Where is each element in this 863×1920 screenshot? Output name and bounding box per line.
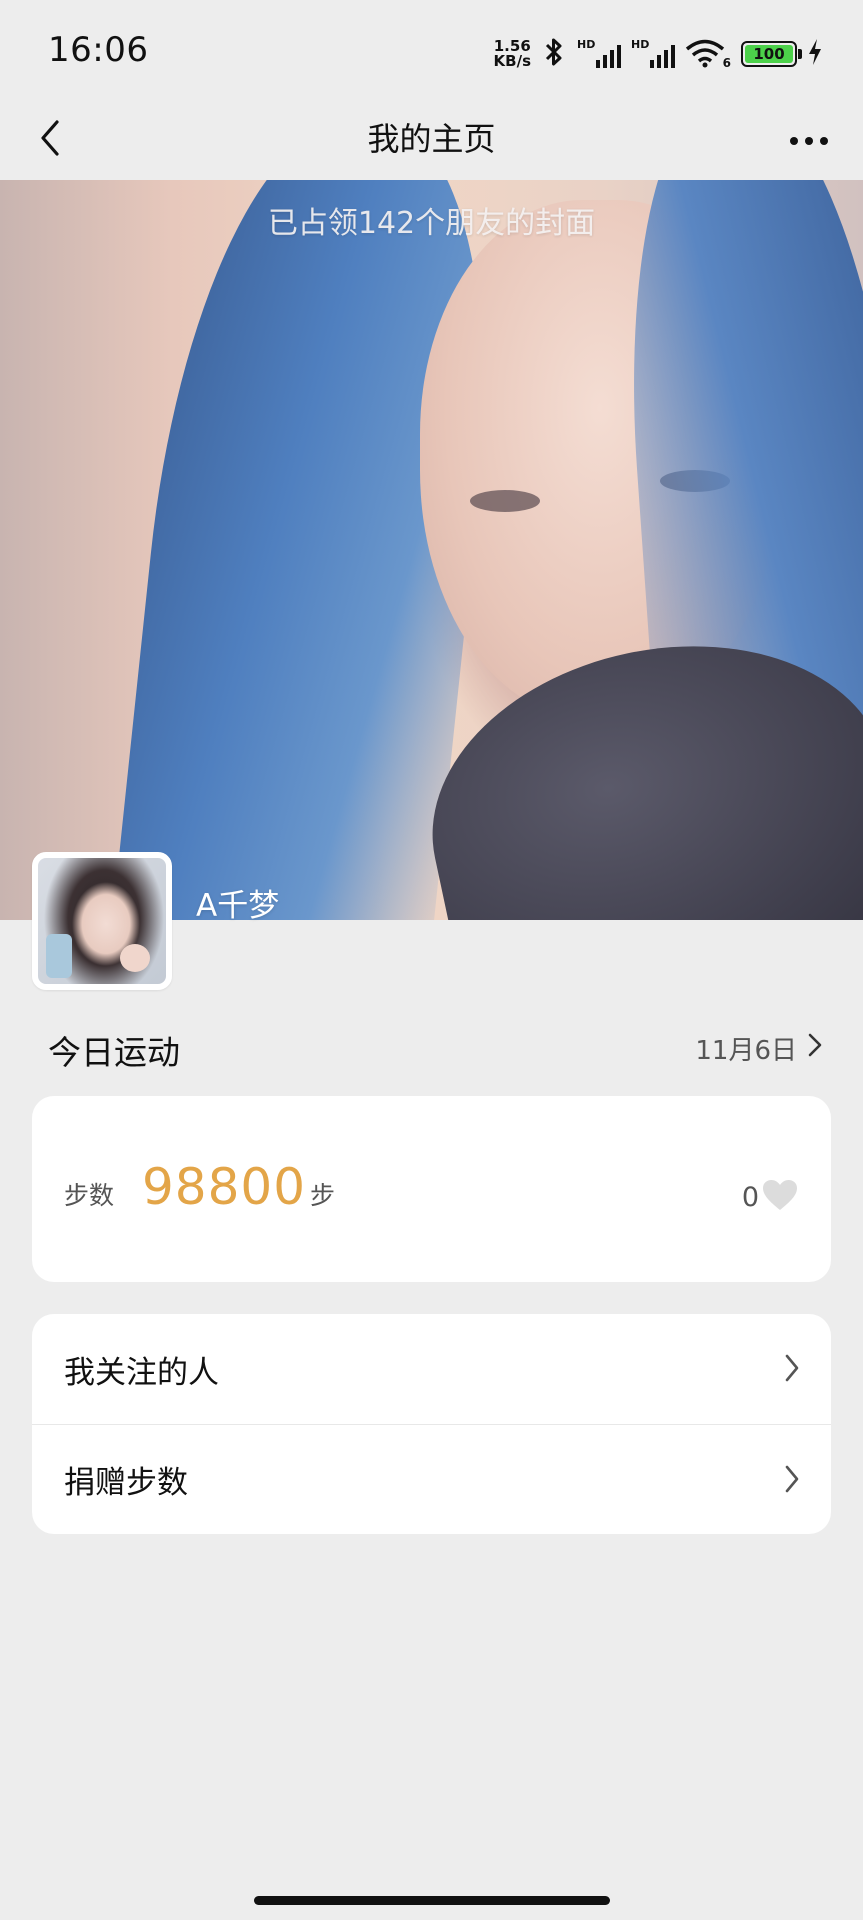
today-date-link[interactable]: 11月6日 <box>695 1030 823 1067</box>
battery-icon: 100 <box>741 41 802 67</box>
profile-screen: 16:06 1.56 KB/s HD HD 6 100 我的主页 已占领142个… <box>0 0 863 1920</box>
today-exercise-title: 今日运动 <box>48 1033 180 1072</box>
chevron-right-icon <box>783 1463 801 1499</box>
more-dots-icon <box>789 131 829 150</box>
network-speed-unit: KB/s <box>493 52 531 70</box>
like-button[interactable]: 0 <box>742 1178 799 1216</box>
menu-item-following[interactable]: 我关注的人 <box>32 1314 831 1424</box>
status-icons: 1.56 KB/s HD HD 6 100 <box>494 34 823 74</box>
page-title: 我的主页 <box>367 120 496 158</box>
status-time: 16:06 <box>48 30 149 70</box>
menu-item-label: 我关注的人 <box>64 1354 219 1391</box>
chevron-right-icon <box>807 1032 823 1065</box>
sim1-label: HD <box>577 38 596 51</box>
charging-icon <box>807 38 823 70</box>
wifi-label: 6 <box>722 56 731 70</box>
avatar-bottle <box>46 934 72 978</box>
steps-unit: 步 <box>310 1181 336 1210</box>
cover-caption: 已占领142个朋友的封面 <box>267 206 596 241</box>
steps-value: 98800 <box>142 1158 307 1216</box>
wifi-icon: 6 <box>685 38 731 70</box>
home-indicator[interactable] <box>254 1896 610 1905</box>
cover-image[interactable]: 已占领142个朋友的封面 <box>0 180 863 920</box>
today-date: 11月6日 <box>695 1036 797 1066</box>
network-speed: 1.56 KB/s <box>494 39 531 69</box>
sim2-label: HD <box>631 38 650 51</box>
likes-count: 0 <box>741 1181 759 1213</box>
nickname: A千梦 <box>196 888 280 924</box>
chevron-right-icon <box>783 1352 801 1388</box>
avatar-hand <box>120 944 150 972</box>
steps-label: 步数 <box>64 1181 115 1210</box>
battery-level: 100 <box>745 45 793 63</box>
heart-icon <box>761 1178 799 1216</box>
signal-icon: HD <box>631 38 675 70</box>
avatar[interactable] <box>32 852 172 990</box>
bluetooth-icon <box>541 36 567 72</box>
menu-item-donate-steps[interactable]: 捐赠步数 <box>32 1424 831 1534</box>
cover-eye-left <box>470 490 540 512</box>
more-button[interactable] <box>779 114 839 166</box>
nav-bar: 我的主页 <box>0 100 863 180</box>
signal-icon: HD <box>577 38 621 70</box>
status-bar: 16:06 1.56 KB/s HD HD 6 100 <box>0 0 863 100</box>
steps-card[interactable]: 步数 98800 步 0 <box>32 1096 831 1282</box>
menu-item-label: 捐赠步数 <box>64 1465 188 1501</box>
menu-card: 我关注的人 捐赠步数 <box>32 1314 831 1534</box>
